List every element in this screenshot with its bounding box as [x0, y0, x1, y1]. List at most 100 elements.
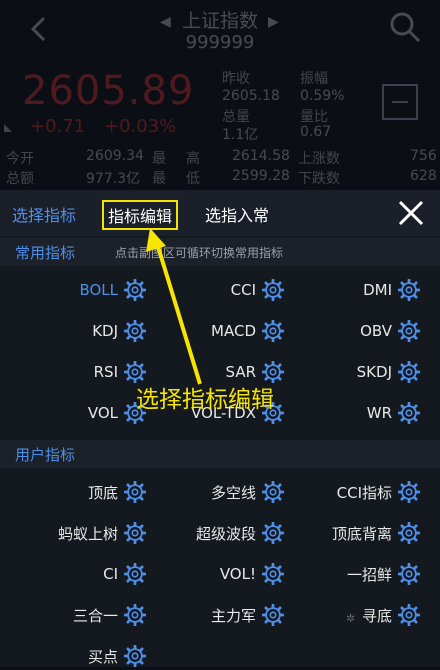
indicator-item[interactable]: OBV [280, 317, 420, 345]
indicator-label: 买点 [87, 647, 118, 666]
row-value: 2599.28 [232, 168, 290, 184]
gear-icon[interactable] [124, 522, 146, 544]
indicator-item[interactable]: 买点 [6, 642, 146, 670]
gear-icon[interactable] [398, 522, 420, 544]
gear-icon[interactable] [398, 320, 420, 342]
indicator-label: SAR [225, 363, 256, 381]
indicator-panel: 选择指标 指标编辑 选指入常 常用指标 点击副图区可循环切换常用指标 用户指标 … [0, 190, 440, 667]
stat-label: 总量 [222, 109, 250, 125]
indicator-label: 蚂蚁上树 [57, 524, 118, 543]
indicator-item[interactable]: RSI [6, 358, 146, 386]
indicator-item[interactable]: SKDJ [280, 358, 420, 386]
gear-icon[interactable] [124, 481, 146, 503]
stat-value: 0.67 [300, 124, 332, 140]
indicator-label: MACD [211, 322, 256, 340]
indicator-item[interactable]: 三合一 [6, 601, 146, 629]
indicator-item[interactable]: CCI [144, 276, 284, 304]
section-title: 用户指标 [15, 446, 76, 464]
row-value: 756 [410, 148, 437, 164]
tab-edit-indicator[interactable]: 指标编辑 [102, 200, 179, 230]
indicator-label: 主力军 [210, 606, 256, 625]
indicator-label: OBV [360, 322, 392, 340]
row-label: 低 [186, 171, 200, 187]
gear-icon[interactable] [398, 402, 420, 424]
row-label: 总额 [6, 171, 34, 187]
indicator-label: WR [366, 404, 392, 422]
watermark: ✲ [346, 612, 356, 625]
section-title: 常用指标 [15, 244, 76, 262]
indicator-label: RSI [93, 363, 118, 381]
stat-label: 振幅 [300, 71, 328, 87]
common-indicators-header: 常用指标 点击副图区可循环切换常用指标 [0, 238, 440, 266]
gear-icon[interactable] [398, 604, 420, 626]
indicator-item[interactable]: CCI指标 [280, 478, 420, 506]
indicator-label: BOLL [79, 281, 118, 299]
indicator-tabbar: 选择指标 指标编辑 选指入常 [0, 190, 440, 236]
indicator-item[interactable]: 主力军 [144, 601, 284, 629]
remove-stock-button[interactable] [382, 84, 418, 120]
indicator-label: 顶底背离 [331, 524, 392, 543]
indicator-label: 寻底 [361, 606, 392, 625]
price-change-percent: +0.03% [104, 116, 177, 137]
gear-icon[interactable] [124, 563, 146, 585]
tab-select-regular[interactable]: 选指入常 [205, 202, 269, 226]
row-value: 2614.58 [232, 148, 290, 164]
indicator-item[interactable]: VOL! [144, 560, 284, 588]
stat-value: 0.59% [300, 88, 345, 104]
stock-header-background: ◀ ▶ 上证指数 999999 2605.89 +0.71 +0.03% 昨收 … [0, 0, 440, 190]
indicator-label: KDJ [92, 322, 118, 340]
stat-value: 1.1亿 [222, 127, 259, 143]
stat-label: 昨收 [222, 71, 250, 87]
row-label: 高 [186, 151, 200, 167]
gear-icon[interactable] [398, 563, 420, 585]
indicator-label: CCI [230, 281, 256, 299]
search-icon[interactable] [388, 10, 422, 44]
stock-code: 999999 [185, 32, 255, 53]
indicator-item[interactable]: 顶底 [6, 478, 146, 506]
gear-icon[interactable] [398, 361, 420, 383]
indicator-label: DMI [363, 281, 392, 299]
gear-icon[interactable] [124, 320, 146, 342]
indicator-item[interactable]: KDJ [6, 317, 146, 345]
gear-icon[interactable] [398, 481, 420, 503]
indicator-item[interactable]: 一招鲜 [280, 560, 420, 588]
gear-icon[interactable] [124, 279, 146, 301]
current-price: 2605.89 [22, 68, 195, 114]
row-value: 977.3亿 [86, 171, 141, 187]
indicator-label: SKDJ [356, 363, 392, 381]
indicator-item[interactable]: 多空线 [144, 478, 284, 506]
gear-icon[interactable] [124, 604, 146, 626]
indicator-label: VOL [87, 404, 118, 422]
indicator-label: 一招鲜 [346, 565, 392, 584]
stat-value: 2605.18 [222, 88, 280, 104]
indicator-item[interactable]: 蚂蚁上树 [6, 519, 146, 547]
section-hint: 点击副图区可循环切换常用指标 [115, 246, 284, 260]
stat-label: 量比 [300, 109, 328, 125]
indicator-item[interactable]: BOLL [6, 276, 146, 304]
corner-marker [4, 124, 12, 132]
indicator-item[interactable]: MACD [144, 317, 284, 345]
stock-title: 上证指数 [181, 10, 258, 32]
row-label: 最 [152, 171, 166, 187]
row-label: 最 [152, 151, 166, 167]
indicator-item[interactable]: VOL [6, 399, 146, 427]
indicator-item[interactable]: 顶底背离 [280, 519, 420, 547]
indicator-item[interactable]: DMI [280, 276, 420, 304]
row-label: 下跌数 [298, 171, 340, 187]
annotation-label: 选择指标编辑 [136, 387, 274, 413]
indicator-item[interactable]: WR [280, 399, 420, 427]
indicator-label: CCI指标 [336, 483, 392, 502]
indicator-label: 超级波段 [195, 524, 256, 543]
close-icon[interactable] [396, 198, 426, 228]
indicator-label: 三合一 [72, 606, 118, 625]
indicator-item[interactable]: 超级波段 [144, 519, 284, 547]
row-value: 628 [410, 168, 437, 184]
indicator-label: 多空线 [210, 483, 256, 502]
row-label: 上涨数 [298, 151, 340, 167]
indicator-item[interactable]: CI [6, 560, 146, 588]
tab-select-indicator[interactable]: 选择指标 [12, 202, 76, 226]
price-change: +0.71 [30, 116, 86, 137]
gear-icon[interactable] [398, 279, 420, 301]
gear-icon[interactable] [124, 645, 146, 667]
indicator-label: VOL! [219, 565, 256, 583]
